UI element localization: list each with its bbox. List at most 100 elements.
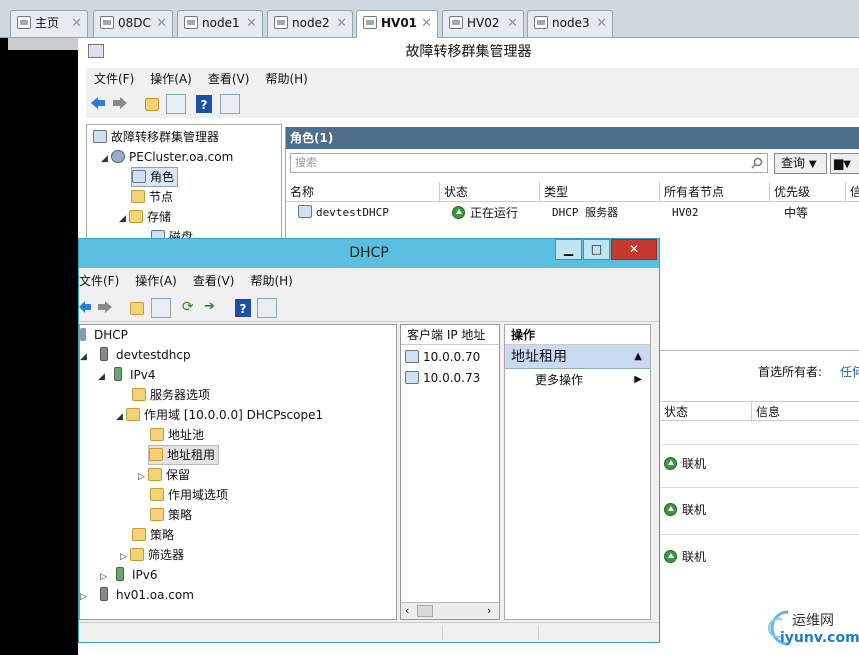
collapse-icon[interactable]: ◢ [116, 407, 126, 427]
close-icon[interactable]: ✕ [71, 11, 82, 36]
show-hide-tree-icon[interactable] [166, 94, 186, 114]
show-action-pane-icon[interactable] [257, 298, 277, 318]
table-row[interactable]: 联机 [660, 491, 859, 535]
column-status[interactable]: 状态 [440, 182, 540, 202]
back-arrow-icon[interactable] [79, 300, 91, 314]
help-icon[interactable]: ? [235, 299, 251, 317]
menu-help[interactable]: 帮助(H) [242, 270, 300, 292]
column-owner-node[interactable]: 所有者节点 [660, 182, 770, 202]
scroll-left-icon[interactable]: ‹ [405, 604, 409, 617]
refresh-icon[interactable]: ⟳ [181, 298, 201, 318]
tree-item-address-leases[interactable]: 地址租用 [148, 445, 220, 465]
vm-tab-hv01[interactable]: HV01 ✕ [356, 10, 438, 38]
tree-item-nodes[interactable]: 节点 [131, 187, 173, 207]
tree-item-fcm-root[interactable]: 故障转移群集管理器 [93, 127, 219, 147]
search-box[interactable]: 搜索 [290, 153, 768, 173]
collapse-icon[interactable]: ◢ [80, 347, 90, 367]
tree-item-scope-options[interactable]: 作用域选项 [150, 485, 228, 505]
export-list-icon[interactable]: ➔ [203, 298, 223, 318]
back-arrow-icon[interactable] [90, 96, 106, 110]
tree-item-storage[interactable]: ◢ 存储 [119, 207, 171, 227]
collapse-icon[interactable]: ◢ [101, 149, 111, 169]
collapse-up-icon[interactable]: ▲ [634, 345, 642, 369]
expand-icon[interactable]: ▷ [138, 467, 148, 487]
more-actions-item[interactable]: 更多操作 ▶ [505, 369, 650, 391]
expand-icon[interactable]: ▷ [100, 567, 110, 587]
help-icon[interactable]: ? [196, 95, 212, 113]
fcm-menu-bar: 文件(F) 操作(A) 查看(V) 帮助(H) [86, 68, 859, 90]
server-icon [100, 587, 108, 601]
close-icon[interactable]: ✕ [596, 11, 607, 36]
column-info[interactable]: 信 [846, 182, 859, 202]
tree-item-filters[interactable]: ▷ 筛选器 [120, 545, 184, 565]
horizontal-scrollbar[interactable]: ‹ › [401, 602, 499, 619]
tree-item-cluster[interactable]: ◢ PECluster.oa.com [101, 147, 233, 167]
menu-view[interactable]: 查看(V) [185, 270, 243, 292]
forward-arrow-icon[interactable] [112, 96, 128, 110]
menu-action[interactable]: 操作(A) [142, 68, 200, 90]
forward-arrow-icon[interactable] [97, 300, 113, 314]
close-button[interactable]: ✕ [611, 239, 657, 260]
preferred-owner-link[interactable]: 任何 [840, 363, 859, 380]
vm-tab-node1[interactable]: node1 ✕ [177, 10, 263, 37]
menu-help[interactable]: 帮助(H) [257, 68, 315, 90]
close-icon[interactable]: ✕ [246, 11, 257, 36]
up-folder-icon[interactable] [142, 94, 162, 114]
column-resource-status[interactable]: 状态 [660, 402, 752, 422]
collapse-icon[interactable]: ◢ [119, 209, 129, 229]
role-owner-cell: HV02 [672, 206, 699, 219]
vm-tab-node3[interactable]: node3 ✕ [527, 10, 613, 37]
tree-item-server2[interactable]: ▷ hv01.oa.com [80, 585, 194, 605]
column-type[interactable]: 类型 [540, 182, 660, 202]
list-item[interactable]: 10.0.0.73 [405, 368, 480, 388]
close-icon[interactable]: ✕ [336, 11, 347, 36]
show-hide-tree-icon[interactable] [151, 298, 171, 318]
tree-item-address-pool[interactable]: 地址池 [150, 425, 204, 445]
search-icon[interactable] [751, 157, 763, 169]
menu-view[interactable]: 查看(V) [200, 68, 258, 90]
expand-icon[interactable]: ▷ [120, 547, 130, 567]
tree-item-server-options[interactable]: 服务器选项 [132, 385, 210, 405]
vm-tab-node2[interactable]: node2 ✕ [267, 10, 353, 37]
show-action-pane-icon[interactable] [220, 94, 240, 114]
table-row[interactable]: 联机 [660, 444, 859, 488]
table-row[interactable]: devtestDHCP 正在运行 DHCP 服务器 HV02 中等 [286, 203, 859, 223]
tree-item-ipv6[interactable]: ▷ IPv6 [100, 565, 158, 585]
save-query-button[interactable]: ▆▼ [830, 153, 859, 174]
tree-item-scope-policies[interactable]: 策略 [150, 505, 192, 525]
table-row[interactable]: 联机 [660, 538, 859, 582]
column-resource-info[interactable]: 信息 [752, 402, 859, 422]
close-icon[interactable]: ✕ [156, 11, 167, 36]
close-icon[interactable]: ✕ [507, 11, 518, 36]
tree-item-server[interactable]: ◢ devtestdhcp [80, 345, 191, 365]
column-name[interactable]: 名称 [286, 182, 440, 202]
minimize-button[interactable]: ▁ [555, 239, 582, 260]
expand-icon[interactable]: ▷ [80, 587, 90, 607]
column-priority[interactable]: 优先级 [770, 182, 846, 202]
column-client-ip[interactable]: 客户端 IP 地址 [401, 325, 499, 345]
menu-file[interactable]: 文件(F) [86, 68, 142, 90]
menu-file[interactable]: 文件(F) [79, 270, 127, 292]
tree-item-ipv4[interactable]: ◢ IPv4 [98, 365, 156, 385]
tree-item-dhcp-root[interactable]: DHCP [80, 325, 128, 345]
up-folder-icon[interactable] [127, 298, 147, 318]
actions-section-address-leases[interactable]: 地址租用 ▲ [505, 345, 650, 369]
maximize-button[interactable]: □ [583, 239, 610, 260]
menu-action[interactable]: 操作(A) [127, 270, 185, 292]
storage-icon [129, 210, 143, 223]
scroll-right-icon[interactable]: › [487, 604, 491, 617]
vm-tab-hv02[interactable]: HV02 ✕ [442, 10, 524, 37]
list-item[interactable]: 10.0.0.70 [405, 347, 480, 367]
tree-item-roles[interactable]: 角色 [131, 167, 179, 187]
vm-tab-08dc[interactable]: 08DC ✕ [93, 10, 173, 37]
query-button[interactable]: 查询 ▼ [774, 153, 827, 174]
scrollbar-thumb[interactable] [417, 605, 433, 617]
tree-item-policies[interactable]: 策略 [132, 525, 174, 545]
vm-tab-home[interactable]: 主页 ✕ [10, 10, 88, 37]
collapse-icon[interactable]: ◢ [98, 367, 108, 387]
tree-item-scope[interactable]: ◢ 作用域 [10.0.0.0] DHCPscope1 [116, 405, 323, 425]
window-title: 故障转移群集管理器 [78, 38, 859, 66]
vm-icon [534, 16, 548, 29]
tree-item-reservations[interactable]: ▷ 保留 [138, 465, 190, 485]
close-icon[interactable]: ✕ [421, 11, 432, 36]
